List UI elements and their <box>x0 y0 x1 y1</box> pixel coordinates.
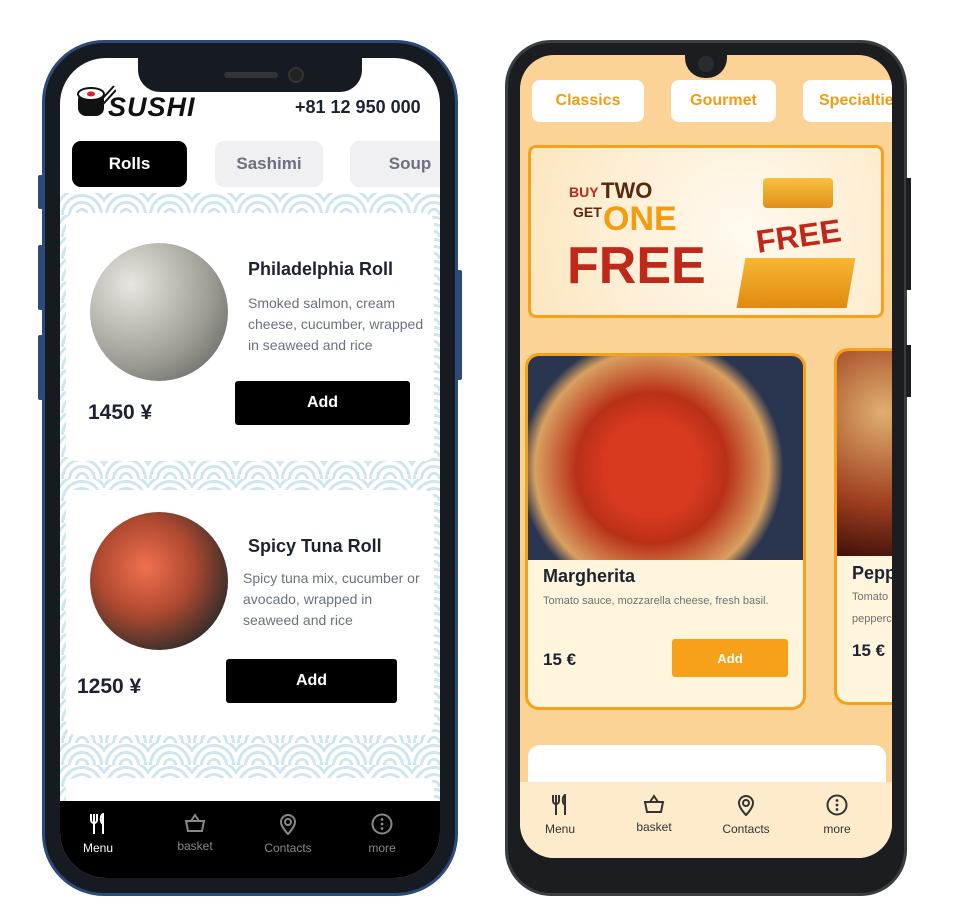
nav-basket[interactable]: basket <box>155 813 235 853</box>
nav-menu[interactable]: Menu <box>520 794 600 836</box>
more-icon <box>371 813 393 835</box>
side-button <box>457 270 462 380</box>
item-price: 15 € <box>852 641 886 660</box>
sushi-logo: SUSHI <box>108 92 196 122</box>
item-price: 1450 ¥ <box>88 401 153 424</box>
item-name: Spicy Tuna Roll <box>248 536 382 556</box>
nav-basket[interactable]: basket <box>614 794 694 834</box>
camera-icon <box>698 56 714 72</box>
location-pin-icon <box>279 814 297 835</box>
banner-text: FREE <box>567 237 706 295</box>
item-description: Tomato sauce, mozzarella cheese, fresh b… <box>543 595 769 607</box>
side-button <box>38 175 43 209</box>
sushi-screen: SUSHI +81 12 950 000 Rolls Sashimi Soup … <box>60 58 440 878</box>
nav-label: basket <box>177 839 213 853</box>
nav-label: Contacts <box>264 841 312 855</box>
item-name: Pepp <box>852 563 892 583</box>
add-button[interactable]: Add <box>226 659 397 703</box>
item-description: Spicy tuna mix, cucumber or avocado, wra… <box>243 570 420 628</box>
banner-text: FREE <box>753 212 844 260</box>
menu-item-card: Philadelphia Roll Smoked salmon, cream c… <box>66 213 434 461</box>
nav-label: Menu <box>544 822 576 836</box>
nav-label: more <box>823 822 851 836</box>
more-icon <box>826 794 848 816</box>
nav-more[interactable]: more <box>342 813 422 855</box>
pizza-card: Margherita Tomato sauce, mozzarella chee… <box>525 353 806 710</box>
side-button <box>38 245 43 310</box>
item-price: 1250 ¥ <box>77 675 142 698</box>
item-description: Tomato <box>852 591 889 603</box>
bottom-nav: Menu basket Contacts more <box>60 801 440 878</box>
add-button[interactable]: Add <box>672 639 788 677</box>
promo-banner[interactable]: BUY TWO GET ONE FREE FREE <box>528 145 884 318</box>
nav-label: more <box>368 841 396 855</box>
item-description: Smoked salmon, cream cheese, cucumber, w… <box>248 295 424 353</box>
side-button <box>38 335 43 400</box>
tab-soup[interactable]: Soup <box>350 141 440 187</box>
nav-label: basket <box>636 820 672 834</box>
nav-menu[interactable]: Menu <box>60 813 138 855</box>
menu-item-card: Spicy Tuna Roll Spicy tuna mix, cucumber… <box>66 490 434 735</box>
tab-sashimi[interactable]: Sashimi <box>215 141 323 187</box>
tab-rolls[interactable]: Rolls <box>72 141 187 187</box>
pizza-card: Pepp Tomato pepperc 15 € <box>834 348 892 705</box>
nav-label: Contacts <box>722 822 770 836</box>
pepperoni-image <box>837 351 892 556</box>
basket-icon <box>184 813 206 832</box>
tab-classics[interactable]: Classics <box>532 80 644 122</box>
fork-knife-icon <box>90 813 104 834</box>
banner-text: ONE <box>603 200 677 238</box>
margherita-image <box>528 356 803 560</box>
nav-contacts[interactable]: Contacts <box>706 794 786 836</box>
nav-label: Menu <box>82 841 114 855</box>
bottom-nav: Menu basket Contacts more <box>520 782 892 858</box>
side-button <box>906 345 911 397</box>
notch <box>138 58 362 92</box>
item-description: pepperc <box>852 613 892 625</box>
location-pin-icon <box>737 795 755 816</box>
add-button[interactable]: Add <box>235 381 410 425</box>
banner-text: GET <box>573 204 602 220</box>
nav-more[interactable]: more <box>797 794 877 836</box>
banner-text: BUY <box>569 184 599 200</box>
item-price: 15 € <box>543 650 577 669</box>
item-name: Philadelphia Roll <box>248 259 394 279</box>
gift-box-icon <box>736 258 856 308</box>
tab-specialties[interactable]: Specialties <box>803 80 892 122</box>
basket-icon <box>643 794 665 813</box>
speaker <box>224 72 278 78</box>
item-name: Margherita <box>543 566 636 586</box>
tab-gourmet[interactable]: Gourmet <box>671 80 776 122</box>
pizza-screen: Classics Gourmet Specialties BUY TWO GET… <box>520 55 892 858</box>
philadelphia-roll-image <box>90 243 228 381</box>
nav-contacts[interactable]: Contacts <box>248 813 328 855</box>
side-button <box>906 178 911 290</box>
phone-number[interactable]: +81 12 950 000 <box>295 97 421 118</box>
camera-icon <box>288 67 304 83</box>
fork-knife-icon <box>552 794 566 815</box>
gift-lid-icon <box>763 178 833 208</box>
spicy-tuna-roll-image <box>90 512 228 650</box>
